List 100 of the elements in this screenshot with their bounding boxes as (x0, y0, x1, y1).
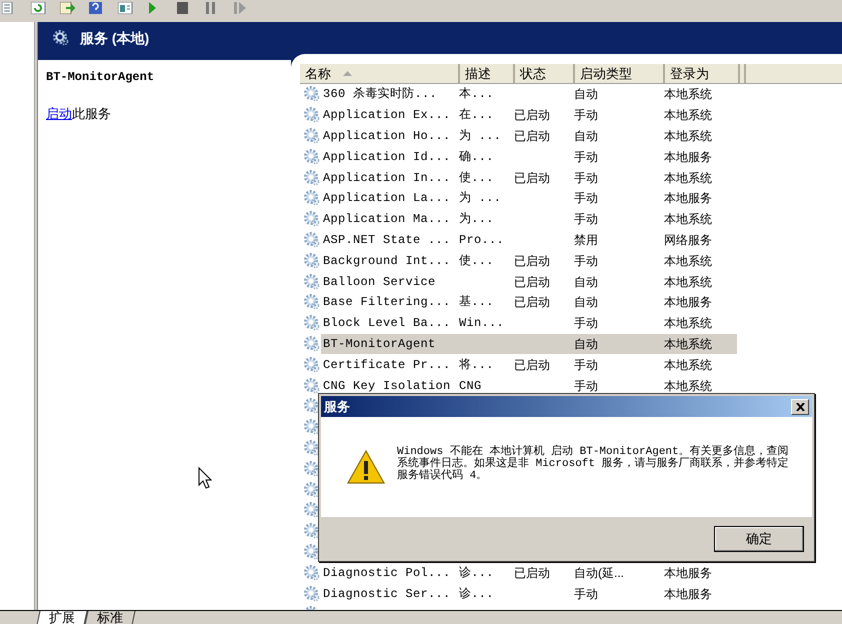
sort-arrow-icon (343, 71, 352, 76)
table-cell: 自动(延... (574, 566, 624, 580)
export-icon[interactable] (60, 2, 75, 14)
service-name: BT-MonitorAgent (46, 69, 156, 86)
table-cell: 手动 (574, 316, 598, 330)
table-cell: Application Ex... (323, 108, 451, 122)
table-cell: 已启动 (514, 254, 550, 268)
gear-icon (303, 252, 321, 270)
table-cell: CNG (459, 378, 482, 393)
table-cell: 手动 (574, 170, 598, 185)
table-cell: 为... (459, 212, 494, 226)
table-cell: Application Ma... (323, 212, 451, 226)
gear-icon (303, 356, 321, 374)
start-link[interactable]: 启动 (46, 106, 72, 121)
table-cell: 为 ... (459, 191, 502, 206)
gear-icon (303, 501, 321, 520)
table-cell: 自动 (574, 336, 598, 351)
gear-icon (303, 460, 321, 478)
table-cell: Win... (459, 316, 504, 330)
table-cell: 自动 (574, 274, 598, 289)
gear-icon (303, 480, 321, 499)
gear-icon (303, 564, 321, 582)
table-cell: 自动 (574, 295, 598, 310)
warning-icon (347, 450, 385, 484)
table-cell: 为 ... (459, 128, 502, 143)
table-cell: Block Level Ba... (323, 316, 451, 330)
gear-icon (303, 397, 321, 416)
gear-icon (303, 272, 321, 291)
table-cell: 手动 (574, 254, 598, 268)
gear-icon (303, 126, 321, 145)
table-cell: Diagnostic Ser... (323, 586, 451, 601)
gear-icon (303, 168, 321, 187)
table-cell: 手动 (574, 150, 598, 164)
gear-icon (303, 106, 321, 124)
table-cell: 本地系统 (664, 358, 712, 372)
table-cell: 自动 (574, 87, 598, 102)
table-cell: Application La... (323, 191, 451, 206)
gear-icon (303, 148, 321, 166)
help-icon[interactable] (89, 2, 104, 14)
gear-icon (303, 438, 321, 457)
mouse-cursor-icon (198, 467, 212, 489)
table-cell: 自动 (574, 128, 598, 143)
table-cell: 诊... (459, 586, 494, 601)
panel-title: 服务 (本地) (80, 28, 150, 48)
table-cell: Application Id... (323, 150, 451, 164)
table-cell: ASP.NET State ... (323, 232, 451, 247)
table-cell: Pro... (459, 232, 504, 247)
table-cell: 本地服务 (664, 566, 712, 580)
panel-icon[interactable] (118, 2, 133, 14)
bottom-tab[interactable]: 标准 (84, 611, 136, 624)
table-cell: 本地系统 (664, 87, 712, 102)
gear-icon (303, 334, 321, 353)
table-cell: 本地系统 (664, 108, 712, 122)
table-cell: 本地系统 (664, 274, 712, 289)
stop-icon[interactable] (176, 2, 191, 14)
table-cell: 诊... (459, 566, 494, 580)
gear-icon (52, 29, 70, 47)
table-cell: 本地系统 (664, 316, 712, 330)
close-icon (796, 402, 804, 410)
bottom-tab[interactable]: 扩展 (36, 611, 88, 624)
table-cell: 已启动 (514, 295, 550, 310)
action-text: 启动此服务 (46, 105, 112, 123)
table-cell: 手动 (574, 108, 598, 122)
gear-icon (303, 584, 321, 603)
table-cell: 手动 (574, 212, 598, 226)
dialog-title: 服务 (324, 398, 350, 416)
gear-icon (303, 210, 321, 228)
table-cell: Balloon Service (323, 274, 436, 289)
ok-button[interactable]: 确定 (714, 526, 804, 552)
table-cell: 手动 (574, 191, 598, 206)
table-cell: 本地服务 (664, 191, 712, 206)
table-cell: Certificate Pr... (323, 358, 451, 372)
table-cell: 将... (459, 358, 494, 372)
table-cell: 手动 (574, 378, 598, 393)
gear-icon (303, 418, 321, 436)
gear-icon (303, 230, 321, 249)
table-cell: 本地系统 (664, 254, 712, 268)
table-cell: 已启动 (514, 358, 550, 372)
table-cell: 本地系统 (664, 170, 712, 185)
table-cell: 已启动 (514, 170, 550, 185)
table-cell: Base Filtering... (323, 295, 451, 310)
table-cell: 360 杀毒实时防... (323, 87, 438, 102)
table-cell: 手动 (574, 358, 598, 372)
table-cell: 本地服务 (664, 586, 712, 601)
table-cell: 已启动 (514, 566, 550, 580)
gear-icon (303, 85, 321, 104)
table-cell: 本地系统 (664, 128, 712, 143)
table-cell: 本... (459, 87, 494, 102)
table-cell: Application In... (323, 170, 451, 185)
table-cell: 禁用 (574, 232, 598, 247)
table-cell: 使... (459, 254, 494, 268)
gear-icon (303, 376, 321, 395)
service-row[interactable]: BT-MonitorAgent 自动 本地系统 (321, 334, 737, 354)
table-cell: Diagnostic Pol... (323, 566, 451, 580)
table-cell: 已启动 (514, 274, 550, 289)
table-cell: 本地服务 (664, 150, 712, 164)
table-cell: 基... (459, 295, 494, 310)
close-button[interactable] (791, 398, 809, 414)
table-cell: 已启动 (514, 128, 550, 143)
refresh-icon[interactable] (31, 2, 46, 14)
